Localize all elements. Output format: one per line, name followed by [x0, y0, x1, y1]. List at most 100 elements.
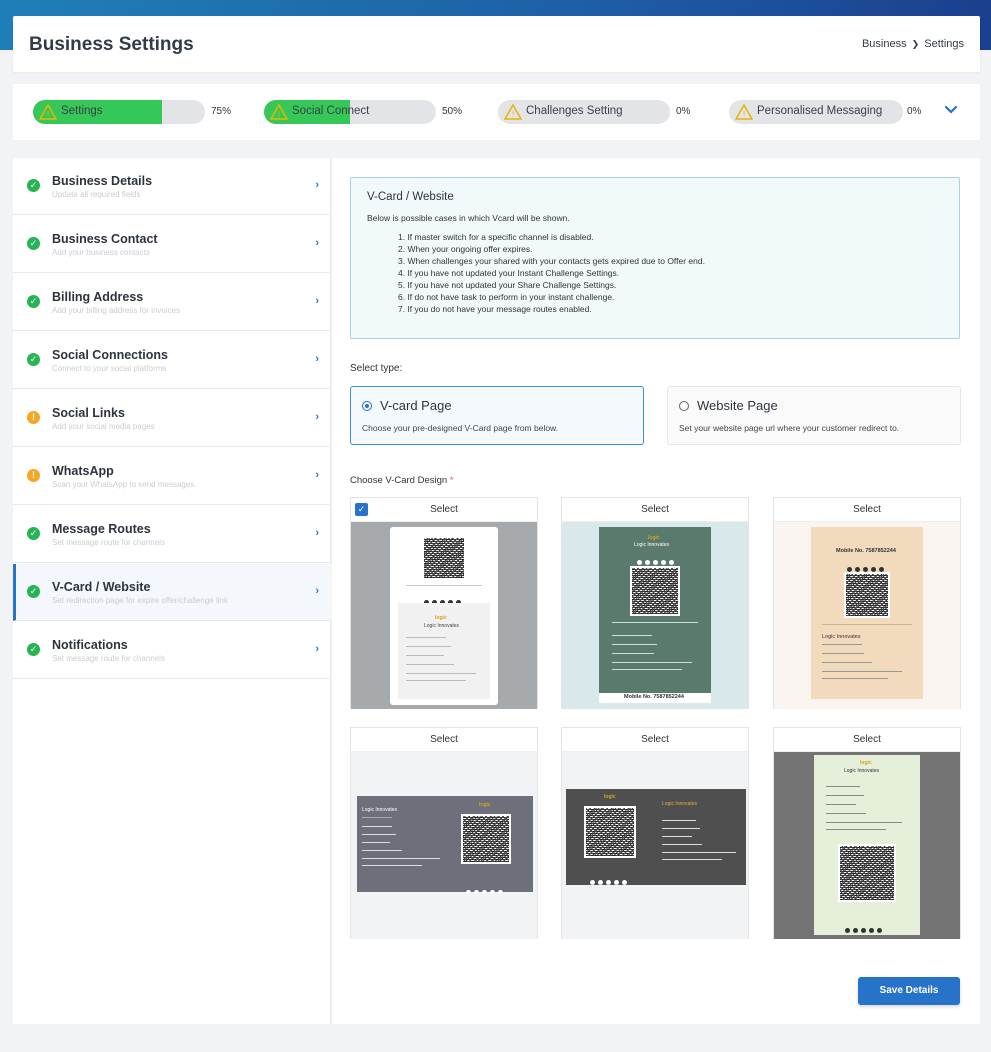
type-option-desc: Choose your pre-designed V-Card page fro… [362, 423, 559, 433]
check-circle-icon: ✓ [27, 295, 40, 308]
sidebar-item-notifications[interactable]: ✓ Notifications Set message route for ch… [13, 622, 331, 679]
settings-sidebar: ✓ Business Details Update all required f… [13, 158, 331, 1024]
vcard-preview: logic Logic Innovates [351, 522, 537, 709]
social-icons [637, 552, 677, 565]
sidebar-item-subtitle: Add your billing address for invoices [52, 306, 181, 315]
vcard-preview: logic Logic Innovates [562, 752, 748, 939]
progress-label: Challenges Setting [526, 105, 623, 117]
type-option-title: V-card Page [380, 398, 452, 413]
card-header[interactable]: Select [562, 728, 748, 752]
vcard-design-card[interactable]: Select Logic Innovates logic [350, 727, 538, 939]
progress-percent: 0% [907, 106, 922, 117]
vcard-design-card[interactable]: Select logic Logic Innovates Mobile No. … [561, 497, 749, 709]
progress-item-challenges-setting[interactable]: ! Challenges Setting 0% [498, 100, 718, 124]
chevron-right-icon: › [315, 237, 319, 249]
info-title: V-Card / Website [367, 191, 454, 203]
sidebar-item-title: Social Connections [52, 348, 168, 362]
setup-progress-bar: ! Settings 75% ! Social Connect 50% ! Ch… [13, 84, 980, 140]
sidebar-item-subtitle: Connect to your social platforms [52, 364, 167, 373]
warning-circle-icon: ! [27, 411, 40, 424]
type-option-title: Website Page [697, 398, 778, 413]
vcard-mobile: Mobile No. 7587852244 [836, 548, 896, 554]
sidebar-item-business-contact[interactable]: ✓ Business Contact Add your business con… [13, 216, 331, 273]
progress-percent: 75% [211, 106, 232, 117]
progress-percent: 50% [442, 106, 463, 117]
progress-item-personalised-messaging[interactable]: ! Personalised Messaging 0% [729, 100, 939, 124]
sidebar-item-title: Business Contact [52, 232, 158, 246]
info-case: 6. If do not have task to perform in you… [398, 292, 615, 302]
type-option-website[interactable]: Website Page Set your website page url w… [667, 386, 961, 445]
vcard-business-name: Logic Innovates [844, 768, 880, 774]
vcard-design-card[interactable]: Select logic Logic Innovates [561, 727, 749, 939]
sidebar-item-business-details[interactable]: ✓ Business Details Update all required f… [13, 158, 331, 215]
progress-item-settings[interactable]: ! Settings 75% [33, 100, 253, 124]
warning-icon: ! [39, 104, 57, 120]
qr-code-image [422, 536, 466, 580]
card-header[interactable]: Select [774, 728, 960, 752]
card-header[interactable]: Select [351, 728, 537, 752]
progress-label: Personalised Messaging [757, 105, 883, 117]
sidebar-item-title: WhatsApp [52, 464, 114, 478]
sidebar-item-title: Message Routes [52, 522, 151, 536]
sidebar-item-subtitle: Set redirection page for expire offer/ch… [52, 596, 228, 605]
chevron-down-icon[interactable] [943, 102, 959, 118]
sidebar-item-vcard-website[interactable]: ✓ V-Card / Website Set redirection page … [13, 564, 331, 621]
check-circle-icon: ✓ [27, 179, 40, 192]
social-icons [424, 592, 464, 605]
radio-unselected-icon[interactable] [679, 401, 689, 411]
vcard-business-name: Logic Innovates [822, 634, 861, 640]
warning-icon: ! [270, 104, 288, 120]
sidebar-item-social-connections[interactable]: ✓ Social Connections Connect to your soc… [13, 332, 331, 389]
radio-selected-icon[interactable] [362, 401, 372, 411]
sidebar-item-message-routes[interactable]: ✓ Message Routes Set message route for c… [13, 506, 331, 563]
select-label: Select [430, 504, 458, 515]
vcard-design-card[interactable]: Select Mobile No. 7587852244 Logic Innov… [773, 497, 961, 709]
sidebar-item-title: Billing Address [52, 290, 144, 304]
vcard-business-name: Logic Innovates [662, 801, 698, 807]
info-case: 1. If master switch for a specific chann… [398, 232, 594, 242]
type-option-vcard[interactable]: V-card Page Choose your pre-designed V-C… [350, 386, 644, 445]
vcard-business-name: Logic Innovates [362, 807, 398, 813]
check-circle-icon: ✓ [27, 643, 40, 656]
progress-percent: 0% [676, 106, 691, 117]
social-icons [845, 920, 885, 933]
progress-label: Social Connect [292, 105, 370, 117]
sidebar-item-title: V-Card / Website [52, 580, 151, 594]
warning-icon: ! [735, 104, 753, 120]
vcard-design-card[interactable]: Select logic Logic Innovates [773, 727, 961, 939]
chevron-right-icon: › [315, 179, 319, 191]
choose-design-label: Choose V-Card Design * [350, 475, 454, 486]
sidebar-item-whatsapp[interactable]: ! WhatsApp Scan your WhatsApp to send me… [13, 448, 331, 505]
card-header[interactable]: Select [774, 498, 960, 522]
required-mark: * [449, 475, 454, 486]
check-circle-icon: ✓ [27, 237, 40, 250]
card-header[interactable]: ✓ Select [351, 498, 537, 522]
progress-item-social-connect[interactable]: ! Social Connect 50% [264, 100, 484, 124]
logo-mark: logic [435, 615, 447, 621]
info-case: 2. When your ongoing offer expires. [398, 244, 533, 254]
sidebar-item-subtitle: Add your business contacts [52, 248, 150, 257]
save-details-button[interactable]: Save Details [858, 977, 960, 1005]
vcard-design-card[interactable]: ✓ Select logic Logic Innovates [350, 497, 538, 709]
select-label: Select [641, 504, 669, 515]
chevron-right-icon: › [315, 585, 319, 597]
sidebar-item-billing-address[interactable]: ✓ Billing Address Add your billing addre… [13, 274, 331, 331]
info-case: 4. If you have not updated your Instant … [398, 268, 620, 278]
social-icons [847, 559, 887, 572]
chevron-right-icon: › [315, 469, 319, 481]
vcard-business-name: Logic Innovates [634, 542, 670, 548]
breadcrumb-home[interactable]: Business [862, 38, 907, 50]
sidebar-item-social-links[interactable]: ! Social Links Add your social media pag… [13, 390, 331, 447]
chevron-right-icon: › [315, 527, 319, 539]
logo-mark: logic [479, 802, 491, 808]
qr-code-image [461, 814, 511, 864]
card-header[interactable]: Select [562, 498, 748, 522]
checkbox-checked-icon[interactable]: ✓ [355, 503, 368, 516]
logo-mark: logic [860, 760, 872, 766]
qr-code-image [838, 844, 896, 902]
qr-code-image [630, 566, 680, 616]
info-case: 7. If you do not have your message route… [398, 304, 592, 314]
qr-code-image [584, 806, 636, 858]
page-title: Business Settings [29, 34, 194, 55]
svg-text:!: ! [512, 110, 514, 119]
